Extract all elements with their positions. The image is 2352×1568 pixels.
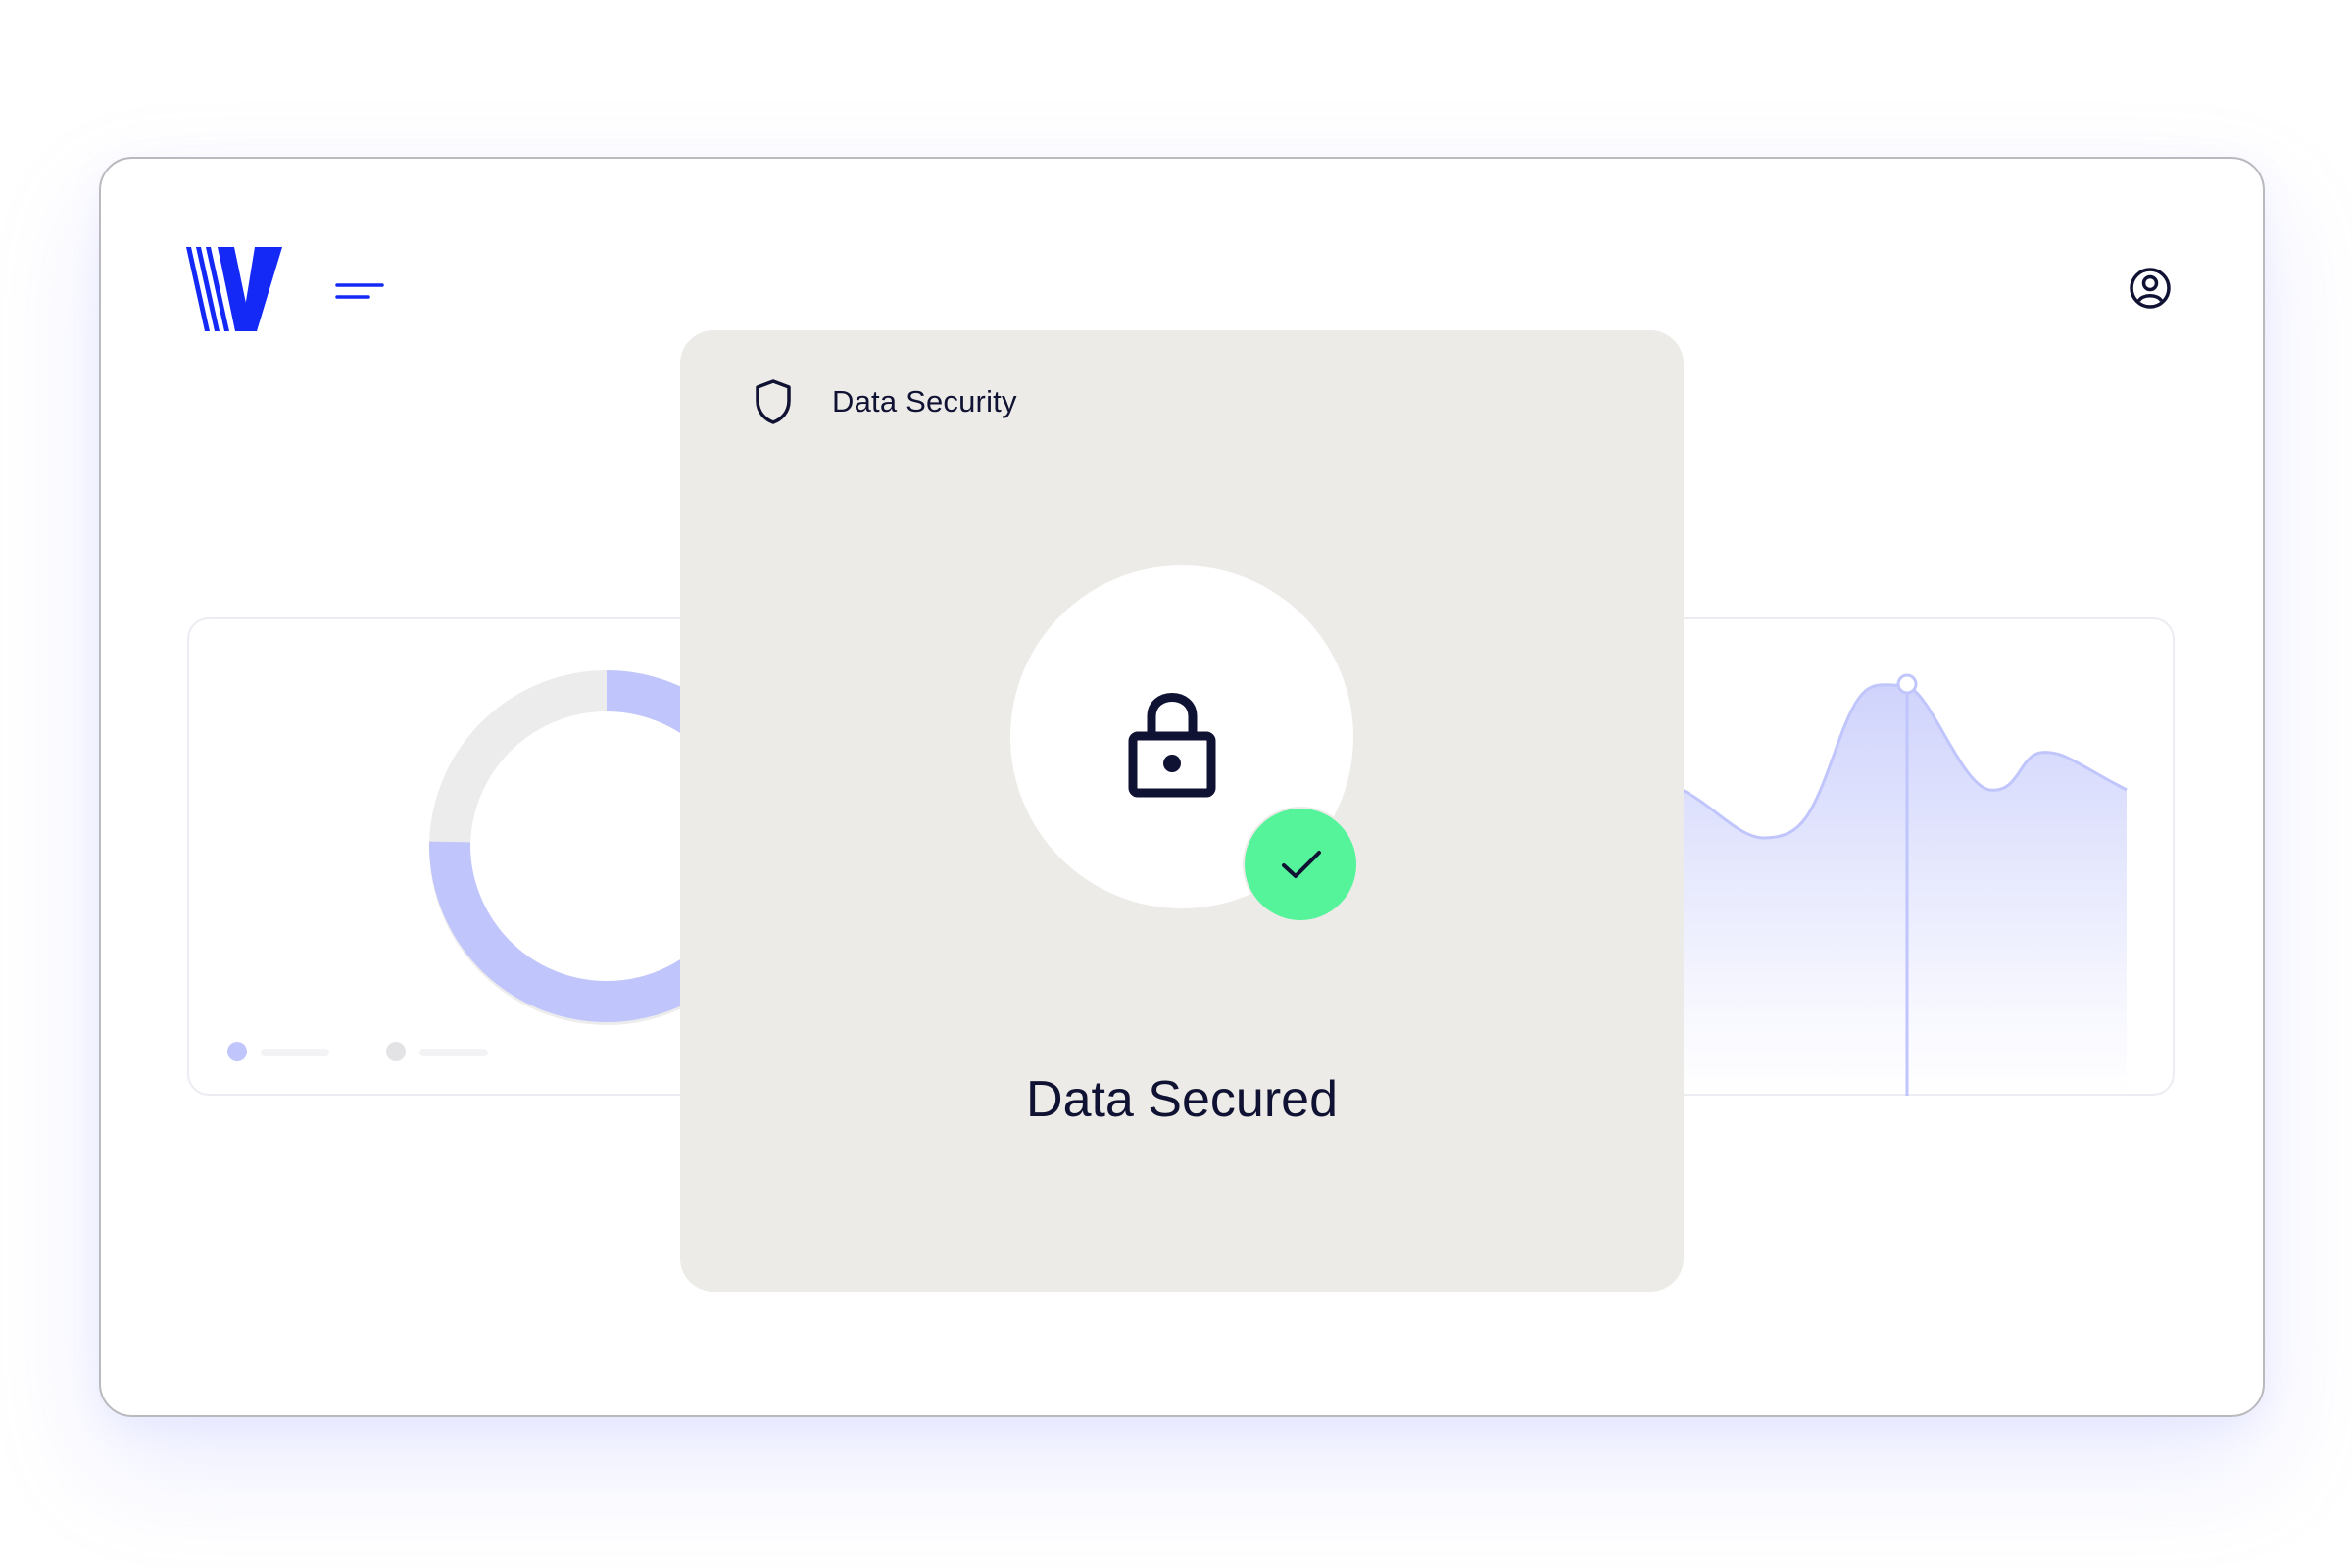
check-icon [1282, 851, 1321, 878]
user-circle-icon[interactable] [2127, 265, 2174, 312]
legend-dot [386, 1042, 406, 1061]
chart-legend [227, 1042, 488, 1061]
legend-dot [227, 1042, 247, 1061]
card-title: Data Security [832, 384, 1017, 418]
legend-label-placeholder [419, 1049, 488, 1056]
v-logo-icon[interactable] [186, 247, 282, 331]
area-chart [1666, 673, 2128, 1096]
legend-label-placeholder [261, 1049, 329, 1056]
lock-icon [1128, 693, 1216, 798]
menu-icon[interactable] [333, 274, 386, 310]
shield-icon [756, 379, 791, 424]
area-fill [1666, 684, 2127, 1096]
card-header: Data Security [752, 377, 1017, 426]
check-badge [1243, 807, 1358, 922]
status-label: Data Secured [1026, 1071, 1338, 1128]
page: Data Security Data Secured [0, 0, 2352, 1568]
cursor-point [1896, 673, 1918, 695]
data-security-card: Data Security Data Secured [680, 330, 1684, 1292]
